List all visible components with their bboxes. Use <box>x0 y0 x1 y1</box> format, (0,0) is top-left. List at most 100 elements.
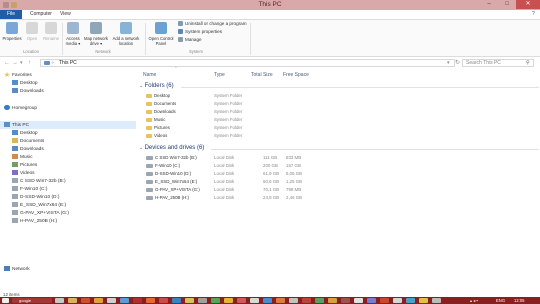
nav-item-pc[interactable]: Videos <box>12 170 35 177</box>
nav-homegroup[interactable]: Homegroup <box>4 105 37 112</box>
folder-row[interactable]: Documents System Folder <box>137 101 540 107</box>
folder-row[interactable]: Pictures System Folder <box>137 125 540 131</box>
start-icon[interactable] <box>2 298 9 303</box>
drive-name: G-PAV_XP+VISTA (G:) <box>155 187 200 192</box>
taskbar-app-icon[interactable] <box>185 298 194 303</box>
map-drive-icon <box>90 22 102 34</box>
folders-group-header[interactable]: ⌄ Folders (6) <box>139 83 539 89</box>
nav-item-pc[interactable]: H-PAV_250B (H:) <box>12 218 57 225</box>
tab-file[interactable]: File <box>0 10 22 19</box>
refresh-icon[interactable]: ↻ <box>455 59 460 67</box>
address-dropdown-icon[interactable]: ▾ <box>447 59 450 67</box>
map-network-drive-button[interactable]: Map network drive ▾ <box>83 21 109 46</box>
taskbar-app-icon[interactable] <box>68 298 77 303</box>
column-header-type[interactable]: Type <box>214 72 225 78</box>
folder-row[interactable]: Videos System Folder <box>137 133 540 139</box>
tab-view[interactable]: View <box>56 10 75 19</box>
tray-language[interactable]: ENG <box>496 297 505 304</box>
drive-row[interactable]: G-PAV_XP+VISTA (G:) Local Disk 70,1 GB 799 … <box>137 187 540 193</box>
taskbar-app-icon[interactable] <box>198 298 207 303</box>
taskbar-app-icon[interactable] <box>237 298 246 303</box>
maximize-button[interactable]: □ <box>498 0 516 9</box>
back-icon[interactable]: ← <box>4 59 10 67</box>
nav-this-pc[interactable]: This PC <box>4 122 29 129</box>
drives-group-header[interactable]: ⌄ Devices and drives (6) <box>139 145 539 151</box>
minimize-button[interactable]: – <box>480 0 498 9</box>
nav-item-pc[interactable]: Desktop <box>12 130 38 137</box>
drive-row[interactable]: D-SSD-Win10 (D:) Local Disk 61,9 GB 5,06 GB <box>137 171 540 177</box>
taskbar-app-icon[interactable] <box>224 298 233 303</box>
nav-network[interactable]: Network <box>4 266 30 273</box>
taskbar-app-icon[interactable] <box>81 298 90 303</box>
drive-row[interactable]: F-Win10 (C:) Local Disk 200 GB 157 GB <box>137 163 540 169</box>
column-header-free-space[interactable]: Free Space <box>283 72 309 78</box>
tab-computer[interactable]: Computer <box>26 10 56 19</box>
taskbar-app-icon[interactable] <box>211 298 220 303</box>
taskbar-app-icon[interactable] <box>107 298 116 303</box>
column-header-total-size[interactable]: Total Size <box>251 72 273 78</box>
up-icon[interactable]: ↑ <box>28 59 31 67</box>
taskbar-app-icon[interactable] <box>250 298 259 303</box>
taskbar-app-icon[interactable] <box>172 298 181 303</box>
drive-row[interactable]: C SSD Win7-32b (B:) Local Disk 111 GB 833 M… <box>137 155 540 161</box>
open-icon <box>26 22 38 34</box>
nav-item-pc[interactable]: Downloads <box>12 146 44 153</box>
nav-favorites[interactable]: Favorites <box>4 72 32 79</box>
taskbar-app-icon[interactable] <box>94 298 103 303</box>
nav-item-pc[interactable]: Music <box>12 154 33 161</box>
taskbar-app-icon[interactable] <box>419 298 428 303</box>
tray-clock[interactable]: 12:05 <box>514 297 524 304</box>
taskbar-app-icon[interactable] <box>302 298 311 303</box>
taskbar-app-icon[interactable] <box>159 298 168 303</box>
add-network-location-button[interactable]: Add a network location <box>110 21 142 46</box>
taskbar-app-icon[interactable] <box>328 298 337 303</box>
taskbar-app-icon[interactable] <box>289 298 298 303</box>
open-button[interactable]: Open <box>23 21 41 41</box>
folder-row[interactable]: Music System Folder <box>137 117 540 123</box>
taskbar-app-icon[interactable] <box>367 298 376 303</box>
nav-item-pc[interactable]: D-SSD-Win10 (D:) <box>12 194 59 201</box>
help-icon[interactable]: ? <box>528 10 539 19</box>
nav-item-pc[interactable]: C SSD Win7-32b (B:) <box>12 178 66 185</box>
taskbar-app-icon[interactable] <box>120 298 129 303</box>
taskbar-app-icon[interactable] <box>146 298 155 303</box>
nav-item-pc[interactable]: G-PAV_XP+VISTA (G:) <box>12 210 69 217</box>
taskbar-app-icon[interactable] <box>393 298 402 303</box>
taskbar-app-icon[interactable] <box>263 298 272 303</box>
uninstall-program-button[interactable]: Uninstall or change a program <box>178 21 247 27</box>
nav-item-pc[interactable]: E_SSD_Win7x64 (E:) <box>12 202 66 209</box>
properties-button[interactable]: Properties <box>1 21 23 41</box>
taskbar-app-google[interactable]: google <box>12 298 52 303</box>
rename-button[interactable]: Rename <box>41 21 61 41</box>
manage-button[interactable]: Manage <box>178 37 202 43</box>
folder-row[interactable]: Desktop System Folder <box>137 93 540 99</box>
tray-icons[interactable]: ▴ ◂ ▪ <box>470 297 478 304</box>
open-control-panel-button[interactable]: Open Control Panel <box>148 21 174 46</box>
nav-item-pc[interactable]: F-Win10 (C:) <box>12 186 47 193</box>
recent-chevron-icon[interactable]: ▾ <box>20 59 23 67</box>
forward-icon[interactable]: → <box>12 59 18 67</box>
taskbar-app-icon[interactable] <box>380 298 389 303</box>
taskbar-app-icon[interactable] <box>354 298 363 303</box>
folder-row[interactable]: Downloads System Folder <box>137 109 540 115</box>
address-bar[interactable]: › This PC <box>40 59 455 67</box>
close-button[interactable]: ✕ <box>516 0 540 9</box>
access-media-button[interactable]: Access media ▾ <box>64 21 82 46</box>
nav-item-pc[interactable]: Documents <box>12 138 44 145</box>
nav-item-downloads[interactable]: Downloads <box>12 88 44 95</box>
nav-item-desktop[interactable]: Desktop <box>12 80 38 87</box>
drive-free-space: 799 MB <box>286 187 302 192</box>
taskbar-app-icon[interactable] <box>133 298 142 303</box>
system-properties-button[interactable]: System properties <box>178 29 222 35</box>
taskbar-app-icon[interactable] <box>341 298 350 303</box>
taskbar-app-icon[interactable] <box>406 298 415 303</box>
search-input[interactable]: Search This PC <box>462 59 534 67</box>
nav-item-pc[interactable]: Pictures <box>12 162 37 169</box>
taskbar-app-icon[interactable] <box>276 298 285 303</box>
drive-row[interactable]: H-PAV_250B (H:) Local Disk 24,9 GB 2,46 GB <box>137 195 540 201</box>
column-header-name[interactable]: Name <box>143 72 156 78</box>
drive-row[interactable]: E_SSD_Win7x64 (E:) Local Disk 50,6 GB 1,25 … <box>137 179 540 185</box>
taskbar-app-icon[interactable] <box>432 298 441 303</box>
taskbar-app-icon[interactable] <box>55 298 64 303</box>
taskbar-app-icon[interactable] <box>315 298 324 303</box>
